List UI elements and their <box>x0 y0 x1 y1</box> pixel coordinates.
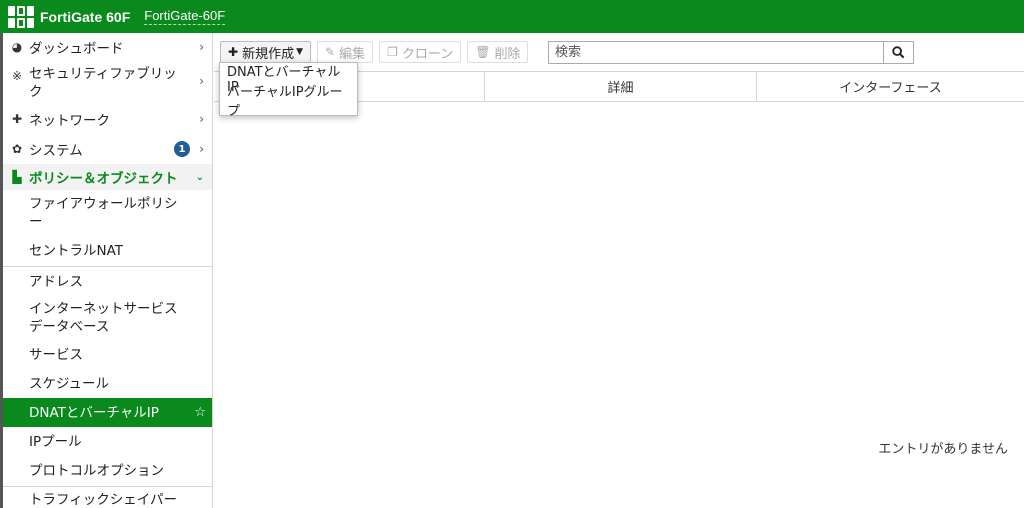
clone-icon: ❐ <box>387 45 398 59</box>
chevron-right-icon: › <box>199 39 204 54</box>
search-button[interactable] <box>883 42 913 63</box>
fabric-icon: ※ <box>11 69 23 83</box>
clone-button[interactable]: ❐ クローン <box>379 41 462 63</box>
chevron-right-icon: › <box>199 142 204 156</box>
sidebar-item-policy-objects[interactable]: ▙ ポリシー＆オブジェクト ⌄ <box>3 164 212 190</box>
create-new-label: 新規作成 <box>242 46 295 62</box>
sidebar-subitem-protocol-options[interactable]: プロトコルオプション <box>3 456 212 486</box>
sidebar-subitem-services[interactable]: サービス <box>3 340 212 370</box>
column-header-interface[interactable]: インターフェース <box>757 72 1024 101</box>
notification-badge: 1 <box>174 141 190 157</box>
sidebar-item-security-fabric[interactable]: ※ セキュリティファブリック › <box>3 60 212 104</box>
trash-icon: 🗑 <box>475 45 491 59</box>
dashboard-icon: ◕ <box>11 39 23 54</box>
sidebar-subitem-address[interactable]: アドレス <box>3 266 212 296</box>
create-new-dropdown: DNATとバーチャルIP バーチャルIPグループ <box>219 62 358 119</box>
hostname-link[interactable]: FortiGate-60F <box>144 8 226 25</box>
top-bar: FortiGate 60F FortiGate-60F <box>0 0 1024 33</box>
pencil-icon: ✎ <box>325 45 336 59</box>
star-icon[interactable]: ☆ <box>194 404 206 422</box>
network-icon: ✚ <box>11 112 23 126</box>
create-new-button[interactable]: ✚ 新規作成 ▼ <box>220 41 311 63</box>
sidebar-subitem-traffic-shapers[interactable]: トラフィックシェイパー <box>3 486 212 508</box>
delete-button[interactable]: 🗑 削除 <box>467 41 529 63</box>
sidebar-item-label: ネットワーク <box>29 113 110 129</box>
sidebar-subitem-label: インターネットサービスデータベース <box>29 301 178 335</box>
sidebar-item-label: ダッシュボード <box>29 40 124 57</box>
sidebar-subitem-label: トラフィックシェイパー <box>29 491 177 508</box>
caret-down-icon: ▼ <box>296 47 303 57</box>
clone-label: クローン <box>401 46 454 62</box>
sidebar-subitem-label: IPプール <box>29 433 82 450</box>
sidebar-item-label: ポリシー＆オブジェクト <box>29 171 178 187</box>
sidebar-subitem-firewall-policy[interactable]: ファイアウォールポリシー <box>3 190 212 236</box>
sidebar-subitem-ip-pools[interactable]: IPプール <box>3 427 212 456</box>
sidebar-subitem-internet-service-db[interactable]: インターネットサービスデータベース <box>3 296 212 340</box>
sidebar-subitem-label: サービス <box>29 347 83 363</box>
sidebar-item-label: セキュリティファブリック <box>29 66 177 100</box>
fortinet-logo-icon <box>8 5 34 28</box>
delete-label: 削除 <box>494 46 521 62</box>
edit-button[interactable]: ✎ 編集 <box>317 41 374 63</box>
search-input[interactable] <box>549 42 883 63</box>
sidebar-item-label: システム <box>29 143 83 159</box>
sidebar-subitem-label: スケジュール <box>29 376 110 392</box>
column-header-details[interactable]: 詳細 <box>485 72 757 101</box>
sidebar-subitem-schedules[interactable]: スケジュール <box>3 370 212 398</box>
sidebar-item-network[interactable]: ✚ ネットワーク › <box>3 104 212 134</box>
sidebar: ◕ ダッシュボード › ※ セキュリティファブリック › ✚ ネットワーク › … <box>3 33 213 508</box>
sidebar-subitem-label: ファイアウォールポリシー <box>29 196 178 230</box>
empty-message: エントリがありません <box>878 442 1008 457</box>
edit-label: 編集 <box>339 46 366 62</box>
sidebar-item-system[interactable]: ✿ システム 1 › <box>3 134 212 164</box>
sidebar-item-dashboard[interactable]: ◕ ダッシュボード › <box>3 33 212 60</box>
toolbar: ✚ 新規作成 ▼ ✎ 編集 ❐ クローン 🗑 削除 <box>220 41 534 63</box>
chevron-right-icon: › <box>199 112 204 126</box>
gear-icon: ✿ <box>11 142 23 156</box>
sidebar-subitem-dnat-virtual-ip[interactable]: DNATとバーチャルIP ☆ <box>3 398 212 427</box>
plus-icon: ✚ <box>228 45 239 59</box>
brand-name: FortiGate 60F <box>40 8 131 25</box>
sidebar-subitem-central-nat[interactable]: セントラルNAT <box>3 236 212 266</box>
chevron-right-icon: › <box>199 74 204 88</box>
search-icon <box>892 46 905 59</box>
search-box <box>548 41 914 64</box>
sidebar-subitem-label: セントラルNAT <box>29 243 124 259</box>
chevron-down-icon: ⌄ <box>195 171 204 183</box>
fortinet-logo[interactable]: FortiGate 60F <box>8 0 130 33</box>
sidebar-subitem-label: アドレス <box>29 273 83 290</box>
sidebar-subitem-label: DNATとバーチャルIP <box>29 404 159 421</box>
policy-icon: ▙ <box>12 170 22 184</box>
dropdown-item-virtual-ip-group[interactable]: バーチャルIPグループ <box>220 85 357 119</box>
sidebar-subitem-label: プロトコルオプション <box>29 463 164 479</box>
